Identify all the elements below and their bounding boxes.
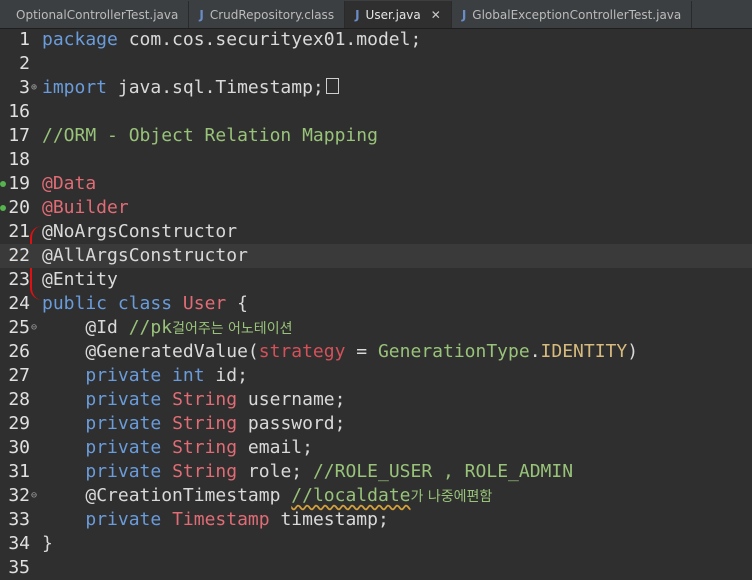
line-number: 31 — [8, 461, 30, 482]
code-text: @Builder — [42, 197, 129, 218]
code-line-current[interactable]: 22 @AllArgsConstructor — [0, 244, 752, 268]
java-file-icon: J — [461, 7, 467, 22]
editor-tab-bar: OptionalControllerTest.java J CrudReposi… — [0, 0, 752, 29]
code-line[interactable]: 33 private Timestamp timestamp; — [0, 508, 752, 532]
line-number: 32 — [8, 485, 30, 506]
line-number: 19 — [8, 173, 30, 194]
tab-label: OptionalControllerTest.java — [16, 7, 179, 22]
line-number: 20 — [8, 197, 30, 218]
line-number: 34 — [8, 533, 30, 554]
tab-optional-controller-test[interactable]: OptionalControllerTest.java — [0, 1, 190, 28]
code-line[interactable]: 2 — [0, 52, 752, 76]
tab-crud-repository[interactable]: J CrudRepository.class — [189, 1, 346, 28]
collapsed-imports-icon[interactable] — [325, 78, 339, 94]
line-number: 27 — [8, 365, 30, 386]
line-number: 30 — [8, 437, 30, 458]
code-line[interactable]: 1 package com.cos.securityex01.model; — [0, 28, 752, 52]
fold-toggle-icon[interactable]: ⊖ — [31, 316, 37, 340]
tab-label: GlobalExceptionControllerTest.java — [472, 7, 682, 22]
code-text: @Data — [42, 173, 97, 194]
code-line[interactable]: 3 ⊕ import java.sql.Timestamp; — [0, 76, 752, 100]
fold-toggle-icon[interactable]: ⊕ — [31, 76, 37, 100]
line-number: 2 — [19, 53, 30, 74]
code-line[interactable]: 19 @Data — [0, 172, 752, 196]
code-line[interactable]: 17 //ORM - Object Relation Mapping — [0, 124, 752, 148]
code-line[interactable]: 25 ⊖ @Id //pk걸어주는 어노테이션 — [0, 316, 752, 340]
tab-global-exception-controller-test[interactable]: J GlobalExceptionControllerTest.java — [451, 1, 693, 28]
code-line[interactable]: 24 public class User { — [0, 292, 752, 316]
code-line[interactable]: 35 — [0, 556, 752, 580]
code-text: @Id //pk걸어주는 어노테이션 — [85, 317, 293, 338]
line-number: 3 — [19, 77, 30, 98]
code-text: private int id; — [85, 365, 248, 386]
fold-toggle-icon[interactable]: ⊖ — [31, 484, 37, 508]
line-number: 26 — [8, 341, 30, 362]
tab-label: CrudRepository.class — [209, 7, 335, 22]
code-text: //ORM - Object Relation Mapping — [42, 125, 378, 146]
code-text: package com.cos.securityex01.model; — [42, 29, 422, 50]
line-number: 16 — [8, 101, 30, 122]
code-line[interactable]: 16 — [0, 100, 752, 124]
code-text: @Entity — [42, 269, 118, 290]
code-text: private String role; //ROLE_USER , ROLE_… — [85, 461, 574, 482]
line-number: 22 — [8, 245, 30, 266]
code-text: @NoArgsConstructor — [42, 221, 238, 242]
line-number: 25 — [8, 317, 30, 338]
code-line[interactable]: 26 @GeneratedValue(strategy = Generation… — [0, 340, 752, 364]
code-text: private String email; — [85, 437, 313, 458]
line-number: 35 — [8, 557, 30, 578]
line-number: 24 — [8, 293, 30, 314]
code-line[interactable]: 27 private int id; — [0, 364, 752, 388]
line-number: 18 — [8, 149, 30, 170]
tab-label: User.java — [365, 7, 421, 22]
java-file-icon: J — [355, 7, 360, 22]
code-text: private String password; — [85, 413, 346, 434]
code-line[interactable]: 30 private String email; — [0, 436, 752, 460]
code-text: public class User { — [42, 293, 248, 314]
line-number: 23 — [8, 269, 30, 290]
code-editor[interactable]: 1 package com.cos.securityex01.model; 2 … — [0, 28, 752, 578]
code-text: @CreationTimestamp //localdate가 나중에편함 — [85, 485, 493, 506]
code-line[interactable]: 23 @Entity — [0, 268, 752, 292]
line-number: 17 — [8, 125, 30, 146]
code-line[interactable]: 29 private String password; — [0, 412, 752, 436]
class-file-icon: J — [199, 7, 204, 22]
tab-user-java[interactable]: J User.java ✕ — [345, 1, 452, 28]
code-line[interactable]: 20 @Builder — [0, 196, 752, 220]
line-number: 29 — [8, 413, 30, 434]
line-number: 21 — [8, 221, 30, 242]
code-line[interactable]: 18 — [0, 148, 752, 172]
code-line[interactable]: 21 @NoArgsConstructor — [0, 220, 752, 244]
line-number: 1 — [19, 29, 30, 50]
code-text: } — [42, 533, 53, 554]
code-text: private String username; — [85, 389, 346, 410]
code-line[interactable]: 32 ⊖ @CreationTimestamp //localdate가 나중에… — [0, 484, 752, 508]
code-line[interactable]: 28 private String username; — [0, 388, 752, 412]
code-text: private Timestamp timestamp; — [85, 509, 389, 530]
code-line[interactable]: 31 private String role; //ROLE_USER , RO… — [0, 460, 752, 484]
line-number: 28 — [8, 389, 30, 410]
line-number: 33 — [8, 509, 30, 530]
code-text: @GeneratedValue(strategy = GenerationTyp… — [85, 341, 639, 362]
code-text: import java.sql.Timestamp; — [42, 76, 339, 100]
close-icon[interactable]: ✕ — [431, 8, 441, 22]
code-text: @AllArgsConstructor — [42, 245, 248, 266]
code-line[interactable]: 34 } — [0, 532, 752, 556]
